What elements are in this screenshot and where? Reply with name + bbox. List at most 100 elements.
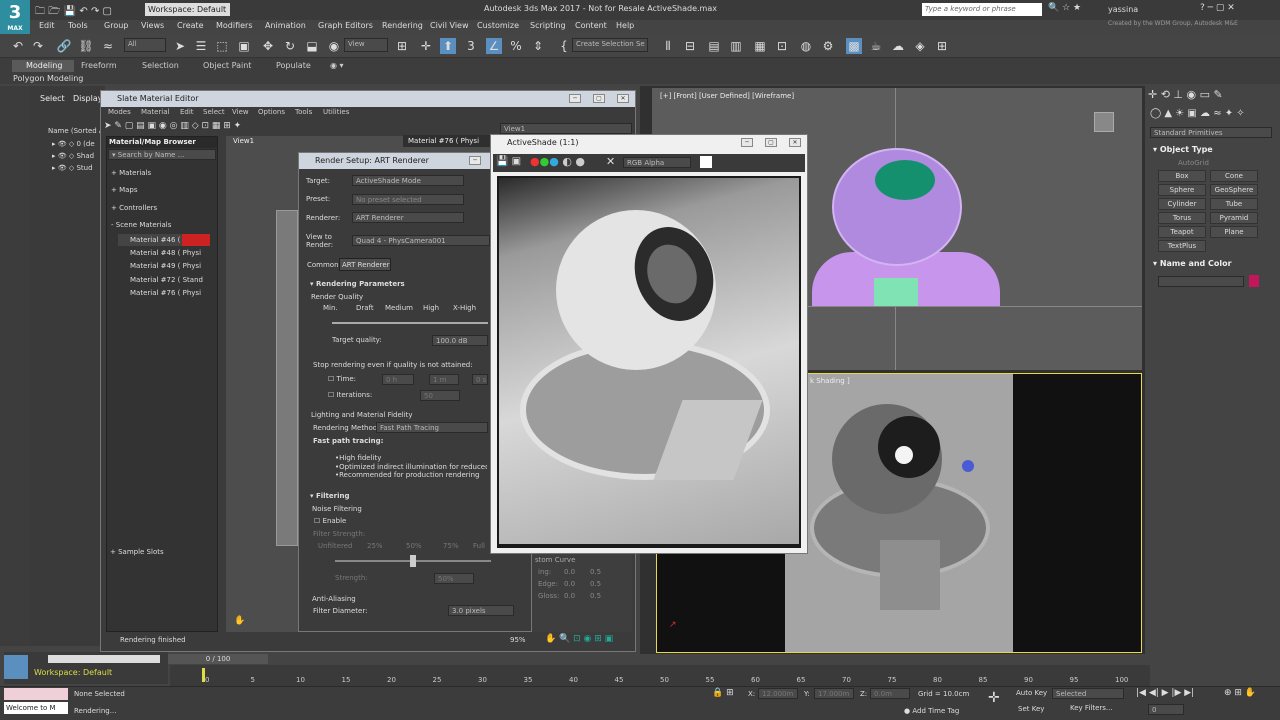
menu-edit[interactable]: Edit	[39, 21, 55, 30]
browser-search[interactable]: ▾ Search by Name ...	[108, 149, 216, 160]
maxscript-listener[interactable]	[4, 688, 68, 700]
view1-tab[interactable]: View1	[233, 137, 254, 145]
search-input[interactable]: Type a keyword or phrase	[922, 3, 1042, 16]
auto-key-button[interactable]: Auto Key	[1016, 689, 1047, 697]
tab-modeling[interactable]: Modeling	[26, 61, 62, 70]
time-slider-scrollbar[interactable]	[48, 655, 160, 663]
x-coordinate[interactable]: 12.000m	[758, 688, 798, 699]
menu-create[interactable]: Create	[177, 21, 204, 30]
selected-dropdown[interactable]: Selected	[1052, 688, 1124, 699]
autogrid-checkbox[interactable]: AutoGrid	[1178, 159, 1209, 167]
isolate-lock-icons[interactable]: 🔒 ⊞	[712, 688, 734, 698]
curve-row-value[interactable]: 0.5	[590, 592, 601, 600]
rotate-icon[interactable]: ↻	[282, 38, 298, 54]
object-type-rollout[interactable]: ▾ Object Type	[1153, 145, 1213, 154]
maximize-button[interactable]: ▢	[593, 94, 605, 103]
rendered-frame-window-icon[interactable]: ▩	[846, 38, 862, 54]
render-iterative-icon[interactable]: ☁	[890, 38, 906, 54]
scene-item[interactable]: ▸ 👁 ◇ Stud	[52, 164, 93, 172]
schematic-view-icon[interactable]: ⊡	[774, 38, 790, 54]
curve-editor-icon[interactable]: ▦	[752, 38, 768, 54]
cone-button[interactable]: Cone	[1210, 170, 1258, 182]
box-button[interactable]: Box	[1158, 170, 1206, 182]
scene-item[interactable]: ▸ 👁 ◇ Shad	[52, 152, 94, 160]
material-item[interactable]: Material #72 ( Stand	[118, 274, 210, 286]
tube-button[interactable]: Tube	[1210, 198, 1258, 210]
a360-render-icon[interactable]: ⊞	[934, 38, 950, 54]
frame-counter[interactable]: 0 / 100	[168, 654, 268, 664]
percent-snap-icon[interactable]: %	[508, 38, 524, 54]
view-dropdown[interactable]: View1	[500, 123, 632, 134]
navigation-icons[interactable]: ✋ 🔍 ⊡ ◉ ⊞ ▣	[545, 634, 613, 644]
snaps-toggle-icon[interactable]: 3	[463, 38, 479, 54]
scene-tab-display[interactable]: Display	[73, 94, 103, 103]
unlink-icon[interactable]: ⛓	[78, 38, 94, 54]
viewport-nav-icons[interactable]: ⊕ ⊞ ✋	[1224, 688, 1256, 698]
scene-column-header[interactable]: Name (Sorted A	[48, 127, 104, 135]
slate-menu-modes[interactable]: Modes	[108, 108, 131, 116]
sphere-button[interactable]: Sphere	[1158, 184, 1206, 196]
workspace-status[interactable]: Workspace: Default	[34, 668, 112, 677]
workspace-dropdown[interactable]: Workspace: Default	[145, 3, 230, 16]
save-image-icon[interactable]: 💾 ▣	[496, 156, 521, 167]
rectangle-selection-icon[interactable]: ⬚	[214, 38, 230, 54]
command-panel-tabs[interactable]: ✛ ⟲ ⊥ ◉ ▭ ✎	[1148, 88, 1278, 101]
menu-animation[interactable]: Animation	[265, 21, 306, 30]
name-color-rollout[interactable]: ▾ Name and Color	[1153, 259, 1232, 268]
current-frame-field[interactable]: 0	[1148, 704, 1184, 715]
group-scene-materials[interactable]: - Scene Materials	[111, 221, 171, 229]
rendering-method-dropdown[interactable]: Fast Path Tracing	[376, 422, 488, 433]
renderer-dropdown[interactable]: ART Renderer	[352, 212, 464, 223]
slate-menu-tools[interactable]: Tools	[295, 108, 312, 116]
move-icon[interactable]: ✥	[260, 38, 276, 54]
rendering-params-rollout[interactable]: ▾ Rendering Parameters	[310, 280, 405, 288]
clear-icon[interactable]: ✕	[606, 155, 615, 168]
menu-group[interactable]: Group	[104, 21, 128, 30]
place-icon[interactable]: ◉	[326, 38, 342, 54]
menu-content[interactable]: Content	[575, 21, 607, 30]
group-materials[interactable]: + Materials	[111, 169, 151, 177]
primitive-type-dropdown[interactable]: Standard Primitives	[1150, 127, 1272, 138]
window-controls[interactable]: ? ─ ▢ ✕	[1200, 3, 1235, 13]
slate-menu-material[interactable]: Material	[141, 108, 169, 116]
window-crossing-icon[interactable]: ▣	[236, 38, 252, 54]
zoom-level[interactable]: 95%	[510, 636, 526, 644]
channel-toggle-icons[interactable]: ●●● ◐ ●	[530, 155, 585, 168]
activeshade-title[interactable]: ActiveShade (1:1)	[491, 135, 807, 151]
iterations-checkbox[interactable]: ☐ Iterations:	[328, 391, 372, 399]
select-by-name-icon[interactable]: ☰	[193, 38, 209, 54]
edit-named-selection-icon[interactable]: {	[556, 38, 572, 54]
time-checkbox[interactable]: ☐ Time:	[328, 375, 356, 383]
iterations-field[interactable]: 50	[420, 390, 460, 401]
material-item[interactable]: Material #76 ( Physi	[118, 287, 210, 299]
plane-button[interactable]: Plane	[1210, 226, 1258, 238]
minimize-button[interactable]: ─	[741, 138, 753, 147]
channel-dropdown[interactable]: RGB Alpha	[623, 157, 691, 168]
minimize-button[interactable]: ─	[469, 156, 481, 165]
close-button[interactable]: ✕	[789, 138, 801, 147]
time-hours[interactable]: 0 h	[382, 374, 414, 385]
time-seconds[interactable]: 0 s	[472, 374, 488, 385]
curve-row-value[interactable]: 0.5	[590, 568, 601, 576]
layer-explorer-icon[interactable]: ▥	[728, 38, 744, 54]
tab-common[interactable]: Common	[307, 261, 339, 269]
select-object-icon[interactable]: ➤	[172, 38, 188, 54]
angle-snap-icon[interactable]: ∠	[486, 38, 502, 54]
tab-populate[interactable]: Populate	[276, 61, 311, 70]
tab-art-renderer[interactable]: ART Renderer	[342, 261, 390, 269]
reference-coordinate-dropdown[interactable]: View	[344, 38, 388, 52]
front-viewport-label[interactable]: [+] [Front] [User Defined] [Wireframe]	[660, 92, 794, 100]
preset-dropdown[interactable]: No preset selected	[352, 194, 464, 205]
menu-graph-editors[interactable]: Graph Editors	[318, 21, 373, 30]
mirror-icon[interactable]: ⫴	[660, 38, 676, 54]
spinner-snap-icon[interactable]: ⇕	[530, 38, 546, 54]
tab-object-paint[interactable]: Object Paint	[203, 61, 251, 70]
material-editor-icon[interactable]: ◍	[798, 38, 814, 54]
slate-menu-utilities[interactable]: Utilities	[323, 108, 349, 116]
maximize-button[interactable]: ▢	[765, 138, 777, 147]
z-coordinate[interactable]: 0.0m	[870, 688, 910, 699]
slate-menu-options[interactable]: Options	[258, 108, 285, 116]
group-maps[interactable]: + Maps	[111, 186, 138, 194]
camera-target-icon[interactable]	[962, 460, 974, 472]
playback-controls[interactable]: |◀ ◀| ▶ |▶ ▶|	[1136, 688, 1194, 698]
